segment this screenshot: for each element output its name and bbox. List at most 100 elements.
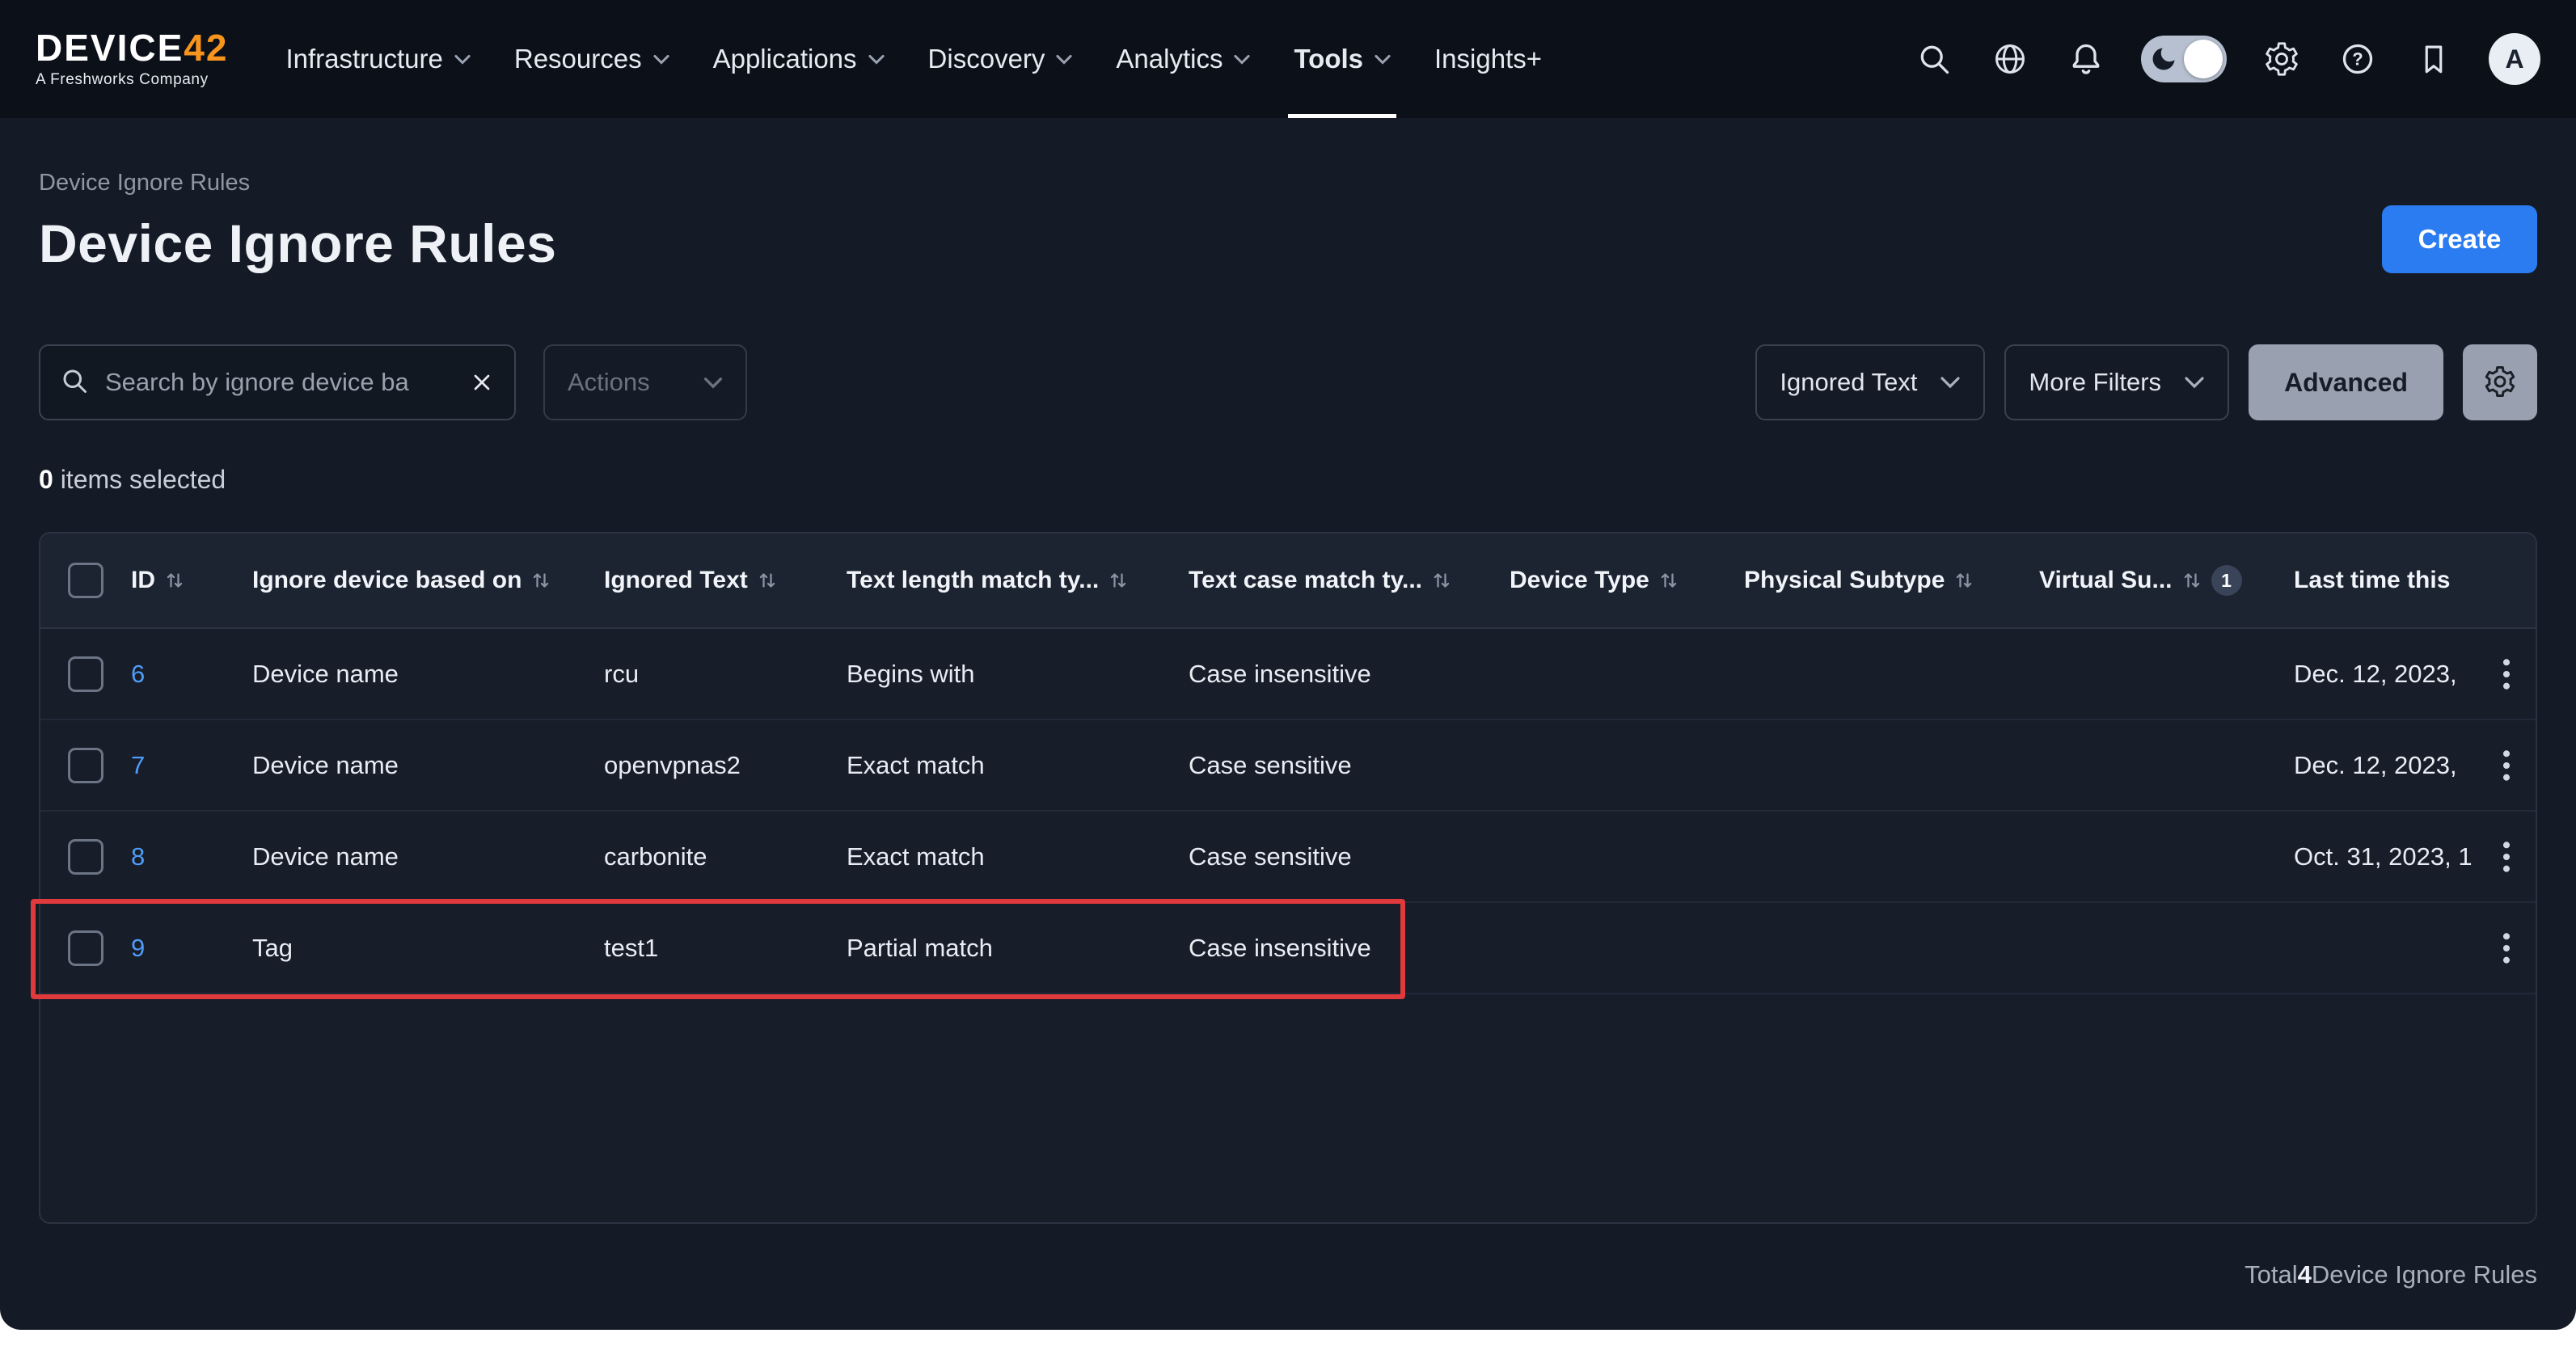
sort-icon[interactable]: [165, 571, 184, 590]
cell-based-on: Device name: [252, 842, 604, 871]
logo-device: DEVICE: [36, 27, 184, 69]
logo-42: 42: [184, 27, 228, 69]
cell-length-match: Exact match: [847, 842, 1189, 871]
row-checkbox[interactable]: [68, 839, 103, 875]
column-header-ignored-text[interactable]: Ignored Text: [604, 567, 847, 594]
sort-icon[interactable]: [531, 571, 551, 590]
nav-label: Tools: [1294, 44, 1363, 74]
create-button[interactable]: Create: [2382, 205, 2537, 273]
navbar-actions: ? A: [1913, 33, 2540, 85]
selection-status: 0 items selected: [39, 464, 2537, 495]
nav-label: Infrastructure: [285, 44, 442, 74]
table-header-row: ID Ignore device based on Ignored Text T…: [40, 534, 2536, 629]
nav-item-insights[interactable]: Insights+: [1413, 0, 1564, 118]
row-id-link[interactable]: 7: [131, 751, 145, 779]
help-icon[interactable]: ?: [2337, 38, 2379, 80]
sort-icon[interactable]: [758, 571, 777, 590]
column-label: Ignore device based on: [252, 567, 522, 594]
table-row-highlighted: 9 Tag test1 Partial match Case insensiti…: [40, 903, 2536, 994]
nav-item-applications[interactable]: Applications: [691, 0, 906, 118]
select-all-checkbox[interactable]: [68, 563, 103, 598]
advanced-button[interactable]: Advanced: [2249, 344, 2443, 420]
cell-case-match: Case insensitive: [1189, 660, 1510, 689]
nav-item-analytics[interactable]: Analytics: [1094, 0, 1272, 118]
sort-icon[interactable]: [1954, 571, 1974, 590]
row-checkbox[interactable]: [68, 748, 103, 783]
chevron-down-icon: [1056, 54, 1072, 65]
breadcrumb[interactable]: Device Ignore Rules: [39, 168, 250, 197]
chevron-down-icon: [1375, 54, 1391, 65]
nav-label: Discovery: [928, 44, 1045, 74]
nav-item-resources[interactable]: Resources: [492, 0, 691, 118]
actions-label: Actions: [568, 368, 650, 397]
sort-priority-badge: 1: [2211, 565, 2242, 596]
row-actions-kebab-icon[interactable]: [2489, 748, 2524, 783]
search-box: [39, 344, 516, 420]
search-icon[interactable]: [1913, 38, 1955, 80]
column-header-physical-subtype[interactable]: Physical Subtype: [1744, 567, 2039, 594]
selection-count: 0: [39, 465, 53, 494]
row-actions-kebab-icon[interactable]: [2489, 930, 2524, 966]
chevron-down-icon: [1940, 376, 1961, 389]
ignored-text-dropdown[interactable]: Ignored Text: [1755, 344, 1985, 420]
main-content: Device Ignore Rules Device Ignore Rules …: [0, 118, 2576, 1330]
cell-case-match: Case sensitive: [1189, 842, 1510, 871]
row-actions-kebab-icon[interactable]: [2489, 656, 2524, 692]
row-id-link[interactable]: 6: [131, 660, 145, 688]
row-checkbox[interactable]: [68, 930, 103, 966]
nav-item-tools[interactable]: Tools: [1272, 0, 1413, 118]
column-header-ignore-device-based-on[interactable]: Ignore device based on: [252, 567, 604, 594]
column-header-last-time[interactable]: Last time this: [2294, 567, 2536, 594]
cell-length-match: Exact match: [847, 751, 1189, 780]
row-checkbox[interactable]: [68, 656, 103, 692]
logo-text: DEVICE42: [36, 29, 228, 66]
globe-icon[interactable]: [1989, 38, 2031, 80]
ignored-text-label: Ignored Text: [1780, 368, 1917, 397]
nav-label: Analytics: [1116, 44, 1223, 74]
more-filters-dropdown[interactable]: More Filters: [2004, 344, 2229, 420]
nav-label: Resources: [514, 44, 642, 74]
sort-icon[interactable]: [1659, 571, 1679, 590]
avatar[interactable]: A: [2489, 33, 2540, 85]
toggle-knob: [2184, 40, 2223, 78]
device-ignore-rules-table: ID Ignore device based on Ignored Text T…: [39, 532, 2537, 1224]
sort-icon[interactable]: [1432, 571, 1451, 590]
cell-last-time: Oct. 31, 2023, 1: [2294, 842, 2489, 871]
search-input[interactable]: [103, 367, 469, 398]
column-label: ID: [131, 567, 155, 594]
nav-item-discovery[interactable]: Discovery: [906, 0, 1095, 118]
column-label: Last time this: [2294, 567, 2450, 594]
cell-last-time: Dec. 12, 2023,: [2294, 751, 2489, 780]
nav-item-infrastructure[interactable]: Infrastructure: [264, 0, 492, 118]
bell-icon[interactable]: [2065, 38, 2107, 80]
column-header-device-type[interactable]: Device Type: [1510, 567, 1744, 594]
cell-ignored-text: openvpnas2: [604, 751, 847, 780]
column-header-text-case-match[interactable]: Text case match ty...: [1189, 567, 1510, 594]
column-header-id[interactable]: ID: [131, 567, 252, 594]
page-title: Device Ignore Rules: [39, 212, 2537, 275]
theme-toggle[interactable]: [2141, 36, 2227, 82]
gear-icon[interactable]: [2261, 38, 2303, 80]
sort-icon[interactable]: [2182, 571, 2202, 590]
actions-dropdown[interactable]: Actions: [543, 344, 747, 420]
toolbar-right: Ignored Text More Filters Advanced: [1755, 344, 2537, 420]
column-header-text-length-match[interactable]: Text length match ty...: [847, 567, 1189, 594]
row-id-link[interactable]: 8: [131, 842, 145, 871]
search-icon: [60, 366, 89, 399]
device42-logo[interactable]: DEVICE42 A Freshworks Company: [36, 29, 228, 89]
cell-based-on: Device name: [252, 751, 604, 780]
nav-label: Applications: [713, 44, 857, 74]
clear-search-icon[interactable]: [469, 369, 495, 395]
sort-icon[interactable]: [1109, 571, 1128, 590]
cell-ignored-text: test1: [604, 934, 847, 963]
moon-icon: [2149, 44, 2178, 76]
bookmark-icon[interactable]: [2413, 38, 2455, 80]
row-id-link[interactable]: 9: [131, 934, 145, 962]
cell-last-time: Dec. 12, 2023,: [2294, 660, 2489, 689]
row-actions-kebab-icon[interactable]: [2489, 839, 2524, 875]
total-count: 4: [2298, 1259, 2312, 1290]
table-settings-button[interactable]: [2463, 344, 2537, 420]
main-nav: Infrastructure Resources Applications Di…: [264, 0, 1564, 118]
column-header-virtual-subtype[interactable]: Virtual Su... 1: [2039, 565, 2294, 596]
chevron-down-icon: [1234, 54, 1250, 65]
